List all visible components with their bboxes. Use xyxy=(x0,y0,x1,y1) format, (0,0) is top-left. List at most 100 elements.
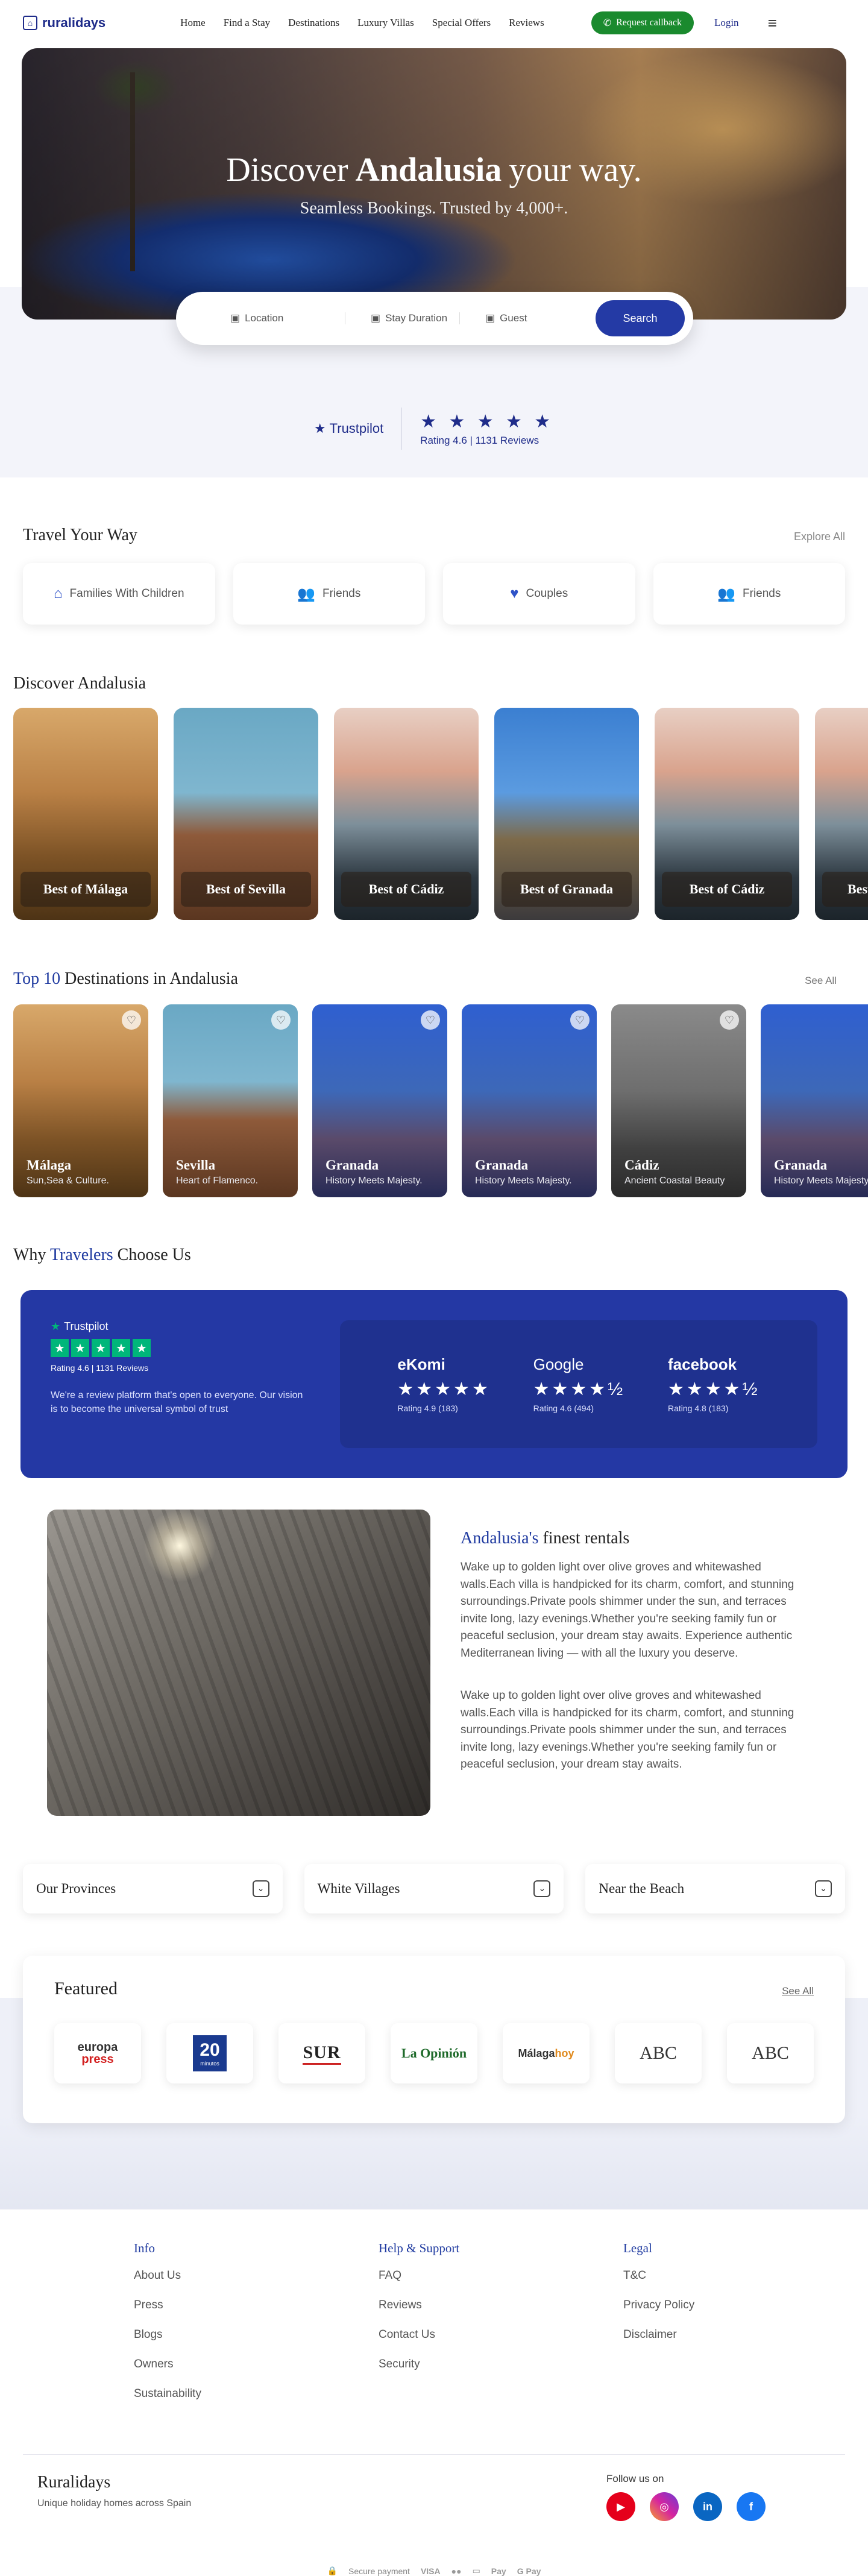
nav-link-find-a-stay[interactable]: Find a Stay xyxy=(224,17,270,29)
featured-title: Featured xyxy=(54,1979,118,1998)
city-silhouette-decor xyxy=(0,2112,868,2209)
footer-link-tc[interactable]: T&C xyxy=(623,2269,868,2282)
see-all-link[interactable]: See All xyxy=(805,975,837,987)
guest-field[interactable]: ▣ Guest xyxy=(459,312,574,324)
logo[interactable]: ⌂ ruralidays xyxy=(23,15,105,31)
google-pay-icon: G Pay xyxy=(517,2566,541,2576)
star-icon: ★ xyxy=(51,1339,69,1357)
hero-title: Discover Andalusia your way. xyxy=(22,151,846,189)
star-icon: ★ xyxy=(112,1339,130,1357)
accordion-white-villages[interactable]: White Villages ⌄ xyxy=(304,1864,564,1913)
discover-card-partial[interactable]: Best of Sevilla xyxy=(815,708,868,920)
trustpilot-logo[interactable]: ★ Trustpilot xyxy=(314,421,383,436)
press-logo-abc-2[interactable]: ABC xyxy=(727,2023,814,2083)
destination-tagline: Sun,Sea & Culture. xyxy=(27,1176,109,1186)
rentals-title-accent: Andalusia's xyxy=(461,1529,539,1548)
destination-tagline: History Meets Majesty. xyxy=(326,1176,423,1186)
travel-card-friends[interactable]: 👥 Friends xyxy=(233,563,425,625)
reviews-panel: ★ Trustpilot ★ ★ ★ ★ ★ Rating 4.6 | 1131 Rev… xyxy=(20,1290,848,1478)
footer-link-press[interactable]: Press xyxy=(134,2299,379,2312)
press-logo-sur[interactable]: SUR xyxy=(278,2023,365,2083)
nav-link-home[interactable]: Home xyxy=(180,17,206,29)
destination-card[interactable]: ♡ Granada History Meets Majesty. xyxy=(312,1004,447,1197)
stay-duration-field[interactable]: ▣ Stay Duration xyxy=(345,312,459,324)
hero-title-pre: Discover xyxy=(226,151,348,189)
heart-icon[interactable]: ♡ xyxy=(122,1010,141,1030)
destination-card[interactable]: Granada History Meets Majesty. xyxy=(761,1004,868,1197)
press-logo-abc[interactable]: ABC xyxy=(615,2023,702,2083)
review-facebook[interactable]: facebook ★★★★½ Rating 4.8 (183) xyxy=(668,1355,760,1413)
hamburger-menu-icon[interactable]: ≡ xyxy=(768,14,777,33)
nav-link-destinations[interactable]: Destinations xyxy=(288,17,339,29)
footer-link-disclaimer[interactable]: Disclaimer xyxy=(623,2328,868,2341)
payment-methods: 🔒 Secure payment VISA ●● ▭ Pay G Pay xyxy=(0,2566,868,2576)
travel-card-couples[interactable]: ♥ Couples xyxy=(443,563,635,625)
heart-icon[interactable]: ♡ xyxy=(570,1010,590,1030)
explore-all-link[interactable]: Explore All xyxy=(794,531,845,543)
heart-icon[interactable]: ♡ xyxy=(421,1010,440,1030)
footer-link-owners[interactable]: Owners xyxy=(134,2358,379,2371)
review-ekomi[interactable]: eKomi ★★★★★ Rating 4.9 (183) xyxy=(397,1355,490,1413)
mastercard-icon: ●● xyxy=(451,2566,462,2576)
request-callback-button[interactable]: ✆ Request callback xyxy=(591,11,694,34)
footer-link-contact-us[interactable]: Contact Us xyxy=(379,2328,623,2341)
destinations-carousel: ♡ Málaga Sun,Sea & Culture. ♡ Sevilla He… xyxy=(13,1004,868,1197)
people-icon: 👥 xyxy=(717,585,736,602)
press-logo-malaga-hoy[interactable]: Málagahoy xyxy=(503,2023,590,2083)
review-rating: Rating 4.9 (183) xyxy=(397,1403,458,1413)
search-button[interactable]: Search xyxy=(596,300,685,336)
footer-link-privacy-policy[interactable]: Privacy Policy xyxy=(623,2299,868,2312)
youtube-icon[interactable]: ▶ xyxy=(606,2492,635,2521)
destination-card[interactable]: ♡ Málaga Sun,Sea & Culture. xyxy=(13,1004,148,1197)
travel-card-families[interactable]: ⌂ Families With Children xyxy=(23,563,215,625)
footer-link-reviews[interactable]: Reviews xyxy=(379,2299,623,2312)
accordion-near-the-beach[interactable]: Near the Beach ⌄ xyxy=(585,1864,846,1913)
calendar-icon: ▣ xyxy=(371,312,381,324)
footer-link-about-us[interactable]: About Us xyxy=(134,2269,379,2282)
discover-card-granada[interactable]: Best of Granada xyxy=(494,708,639,920)
footer-link-blogs[interactable]: Blogs xyxy=(134,2328,379,2341)
discover-card-malaga[interactable]: Best of Málaga xyxy=(13,708,158,920)
discover-card-cadiz-2[interactable]: Best of Cádiz xyxy=(655,708,799,920)
press-logo-la-opinion[interactable]: La Opinión xyxy=(391,2023,477,2083)
trustpilot-description: We're a review platform that's open to e… xyxy=(51,1390,303,1415)
see-all-link[interactable]: See All xyxy=(782,1985,814,1997)
facebook-icon[interactable]: f xyxy=(737,2492,766,2521)
featured-header: Featured See All xyxy=(54,1979,814,1999)
destination-card[interactable]: ♡ Sevilla Heart of Flamenco. xyxy=(163,1004,298,1197)
divider xyxy=(401,408,403,450)
footer-columns: Info About Us Press Blogs Owners Sustain… xyxy=(0,2241,868,2417)
footer-link-faq[interactable]: FAQ xyxy=(379,2269,623,2282)
rentals-paragraph: Wake up to golden light over olive grove… xyxy=(461,1561,794,1660)
discover-card-label: Best of Sevilla xyxy=(822,872,868,907)
footer-link-security[interactable]: Security xyxy=(379,2358,623,2371)
star-icon: ★ xyxy=(51,1320,61,1332)
destination-name: Sevilla xyxy=(176,1157,216,1173)
review-google[interactable]: Google ★★★★½ Rating 4.6 (494) xyxy=(533,1355,626,1413)
top-10-destinations-section: Top 10 Destinations in Andalusia See All… xyxy=(0,920,868,1197)
heart-icon[interactable]: ♡ xyxy=(720,1010,739,1030)
accordion-our-provinces[interactable]: Our Provinces ⌄ xyxy=(23,1864,283,1913)
heart-icon[interactable]: ♡ xyxy=(271,1010,291,1030)
login-link[interactable]: Login xyxy=(714,17,739,29)
discover-card-cadiz[interactable]: Best of Cádiz xyxy=(334,708,479,920)
travel-card-friends-2[interactable]: 👥 Friends xyxy=(653,563,845,625)
section-title: Why Travelers Choose Us xyxy=(13,1245,855,1265)
instagram-icon[interactable]: ◎ xyxy=(650,2492,679,2521)
linkedin-icon[interactable]: in xyxy=(693,2492,722,2521)
destination-card[interactable]: ♡ Granada History Meets Majesty. xyxy=(462,1004,597,1197)
nav-link-luxury-villas[interactable]: Luxury Villas xyxy=(357,17,414,29)
destination-card[interactable]: ♡ Cádiz Ancient Coastal Beauty xyxy=(611,1004,746,1197)
review-stars: ★★★★½ xyxy=(533,1379,626,1399)
location-field[interactable]: ▣ Location xyxy=(230,312,345,324)
nav-link-special-offers[interactable]: Special Offers xyxy=(432,17,491,29)
discover-card-sevilla[interactable]: Best of Sevilla xyxy=(174,708,318,920)
press-logo-europa-press[interactable]: europa press xyxy=(54,2023,141,2083)
nav-link-reviews[interactable]: Reviews xyxy=(509,17,544,29)
people-icon: 👥 xyxy=(297,585,316,602)
trustpilot-logo[interactable]: ★ Trustpilot xyxy=(51,1320,304,1333)
press-logo-20-minutos[interactable]: 20 minutos xyxy=(166,2023,253,2083)
review-stars: ★★★★½ xyxy=(668,1379,760,1399)
footer-link-sustainability[interactable]: Sustainability xyxy=(134,2387,379,2401)
hero-subtitle: Seamless Bookings. Trusted by 4,000+. xyxy=(300,199,568,218)
